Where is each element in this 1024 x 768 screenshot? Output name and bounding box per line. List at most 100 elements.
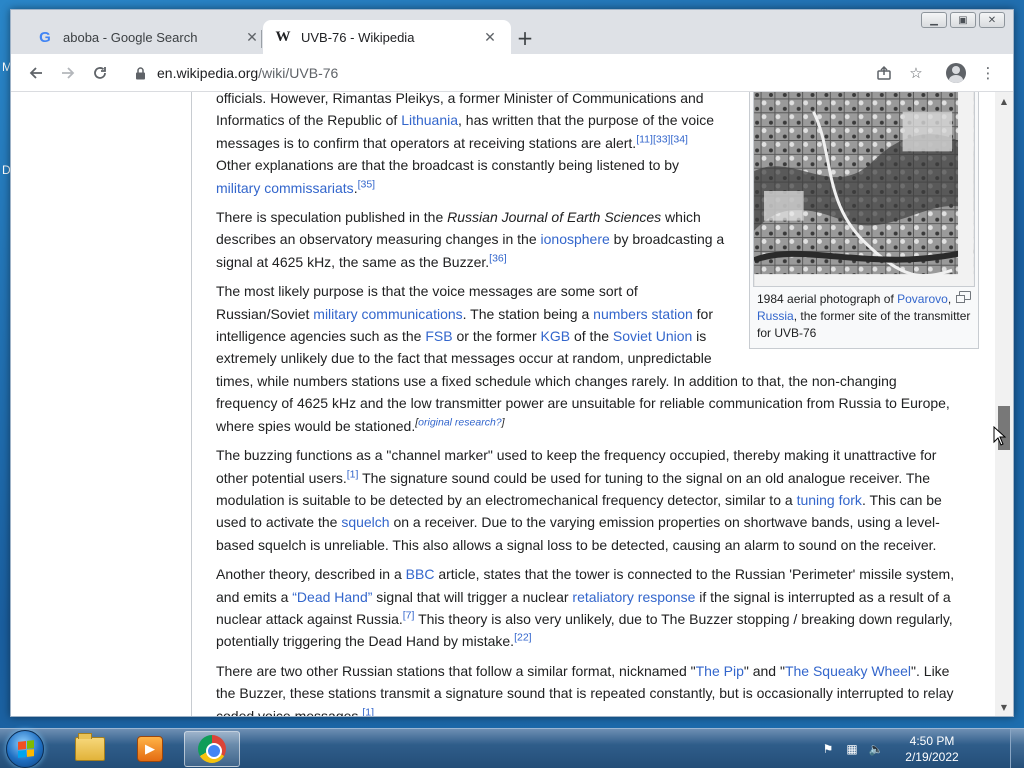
link-military-commissariats[interactable]: military commissariats xyxy=(216,180,354,196)
link-tuning-fork[interactable]: tuning fork xyxy=(797,492,862,508)
clock-time: 4:50 PM xyxy=(909,734,955,748)
browser-window: G aboba - Google Search ✕ W UVB-76 - Wik… xyxy=(10,9,1014,717)
taskbar: ▶ ⚑ ▦ 🔈 4:50 PM 2/19/2022 xyxy=(0,728,1024,768)
action-center-flag-icon[interactable]: ⚑ xyxy=(820,741,836,757)
avatar xyxy=(946,63,966,83)
article-body: 1984 aerial photograph of Povarovo, Russ… xyxy=(216,92,979,716)
link-lithuania[interactable]: Lithuania xyxy=(401,112,458,128)
tab-title: UVB-76 - Wikipedia xyxy=(301,29,415,45)
sidebar-divider xyxy=(191,92,192,716)
system-tray: ⚑ ▦ 🔈 xyxy=(820,729,884,768)
link-numbers-station[interactable]: numbers station xyxy=(593,306,693,322)
link-kgb[interactable]: KGB xyxy=(541,328,571,344)
text: signal that will trigger a nuclear xyxy=(372,588,573,605)
citation[interactable]: [11] xyxy=(636,133,653,145)
start-button[interactable] xyxy=(6,730,44,768)
text: Other explanations are that the broadcas… xyxy=(216,157,680,174)
tab-title: aboba - Google Search xyxy=(63,29,198,45)
tab-separator xyxy=(261,30,262,48)
tab-strip: G aboba - Google Search ✕ W UVB-76 - Wik… xyxy=(11,10,1013,54)
close-tab-icon[interactable]: ✕ xyxy=(481,28,499,46)
mouse-cursor-icon xyxy=(993,426,1007,446)
new-tab-button[interactable]: + xyxy=(513,26,537,50)
volume-icon[interactable]: 🔈 xyxy=(868,741,884,757)
profile-avatar-icon[interactable] xyxy=(945,62,967,84)
scroll-up-arrow-icon[interactable]: ▲ xyxy=(995,94,1013,108)
link-bbc[interactable]: BBC xyxy=(406,566,435,582)
back-button[interactable] xyxy=(23,60,49,86)
clock-date: 2/19/2022 xyxy=(905,750,959,764)
citation[interactable]: [33] xyxy=(653,133,671,145)
share-icon[interactable] xyxy=(873,62,895,84)
taskbar-clock[interactable]: 4:50 PM 2/19/2022 xyxy=(896,733,968,765)
link-dead-hand[interactable]: “Dead Hand” xyxy=(292,589,372,605)
reload-button[interactable] xyxy=(87,60,113,86)
browser-toolbar: en.wikipedia.org/wiki/UVB-76 ☆ ⋮ xyxy=(11,54,1013,92)
text: or the former xyxy=(452,328,541,345)
url-domain: en.wikipedia.org xyxy=(157,65,259,81)
tab-wikipedia[interactable]: W UVB-76 - Wikipedia ✕ xyxy=(263,20,511,54)
bracket: ] xyxy=(501,416,505,429)
taskbar-explorer[interactable] xyxy=(62,731,118,767)
paragraph: The buzzing functions as a "channel mark… xyxy=(216,444,956,556)
taskbar-media-player[interactable]: ▶ xyxy=(122,731,178,767)
text: Another theory, described in a xyxy=(216,566,406,583)
window-controls: ▁ ▣ ✕ xyxy=(921,12,1005,28)
link-squelch[interactable]: squelch xyxy=(341,514,389,530)
paragraph: There are two other Russian stations tha… xyxy=(216,660,956,716)
windows-logo-icon xyxy=(18,740,34,758)
reload-icon xyxy=(94,67,106,79)
back-arrow-icon xyxy=(29,67,42,79)
text: . The station being a xyxy=(462,305,594,322)
forward-button[interactable] xyxy=(55,60,81,86)
enlarge-icon[interactable] xyxy=(956,291,971,303)
text: of the xyxy=(570,328,613,345)
maximize-button[interactable]: ▣ xyxy=(950,12,976,28)
link-military-communications[interactable]: military communications xyxy=(313,306,462,322)
url-text[interactable]: en.wikipedia.org/wiki/UVB-76 xyxy=(157,65,338,81)
close-window-button[interactable]: ✕ xyxy=(979,12,1005,28)
link-original-research[interactable]: original research? xyxy=(418,416,501,428)
url-path: /wiki/UVB-76 xyxy=(258,65,339,81)
link-russia[interactable]: Russia xyxy=(757,309,794,323)
citation[interactable]: [7] xyxy=(403,609,415,621)
google-g-icon: G xyxy=(39,28,51,46)
link-the-pip[interactable]: The Pip xyxy=(696,663,744,679)
original-research-tag: [original research?] xyxy=(415,416,504,428)
tab-google-search[interactable]: G aboba - Google Search ✕ xyxy=(25,20,273,54)
journal-title: Russian Journal of Earth Sciences xyxy=(447,209,662,226)
citation[interactable]: [1] xyxy=(347,468,359,480)
link-retaliatory-response[interactable]: retaliatory response xyxy=(572,589,695,605)
citation[interactable]: [1] xyxy=(362,706,374,716)
menu-kebab-icon[interactable]: ⋮ xyxy=(977,62,999,84)
aerial-photo-image[interactable] xyxy=(753,92,975,287)
link-fsb[interactable]: FSB xyxy=(425,328,452,344)
citation[interactable]: [35] xyxy=(358,178,376,190)
show-desktop-button[interactable] xyxy=(1010,729,1024,768)
citation[interactable]: [22] xyxy=(514,632,532,644)
image-caption: 1984 aerial photograph of Povarovo, Russ… xyxy=(753,287,975,342)
text: " and " xyxy=(743,662,785,679)
link-the-squeaky-wheel[interactable]: The Squeaky Wheel xyxy=(785,663,911,679)
text: There are two other Russian stations tha… xyxy=(216,662,696,679)
link-povarovo[interactable]: Povarovo xyxy=(897,292,948,306)
taskbar-chrome[interactable] xyxy=(184,731,240,767)
minimize-button[interactable]: ▁ xyxy=(921,12,947,28)
image-thumbnail-box: 1984 aerial photograph of Povarovo, Russ… xyxy=(749,92,979,349)
wikipedia-w-icon: W xyxy=(275,28,291,45)
vertical-scrollbar[interactable]: ▲ ▼ xyxy=(995,92,1013,716)
media-player-icon: ▶ xyxy=(137,736,163,762)
lock-icon[interactable] xyxy=(133,66,147,80)
forward-arrow-icon xyxy=(62,67,75,79)
citation[interactable]: [36] xyxy=(489,252,507,264)
bookmark-star-icon[interactable]: ☆ xyxy=(905,62,927,84)
link-ionosphere[interactable]: ionosphere xyxy=(541,231,610,247)
link-soviet-union[interactable]: Soviet Union xyxy=(613,328,692,344)
close-tab-icon[interactable]: ✕ xyxy=(243,28,261,46)
address-bar[interactable]: en.wikipedia.org/wiki/UVB-76 xyxy=(127,58,931,88)
network-icon[interactable]: ▦ xyxy=(844,741,860,757)
scroll-down-arrow-icon[interactable]: ▼ xyxy=(995,700,1013,714)
caption-text: 1984 aerial photograph of xyxy=(757,292,898,306)
paragraph: Another theory, described in a BBC artic… xyxy=(216,563,956,653)
citation[interactable]: [34] xyxy=(670,133,688,145)
